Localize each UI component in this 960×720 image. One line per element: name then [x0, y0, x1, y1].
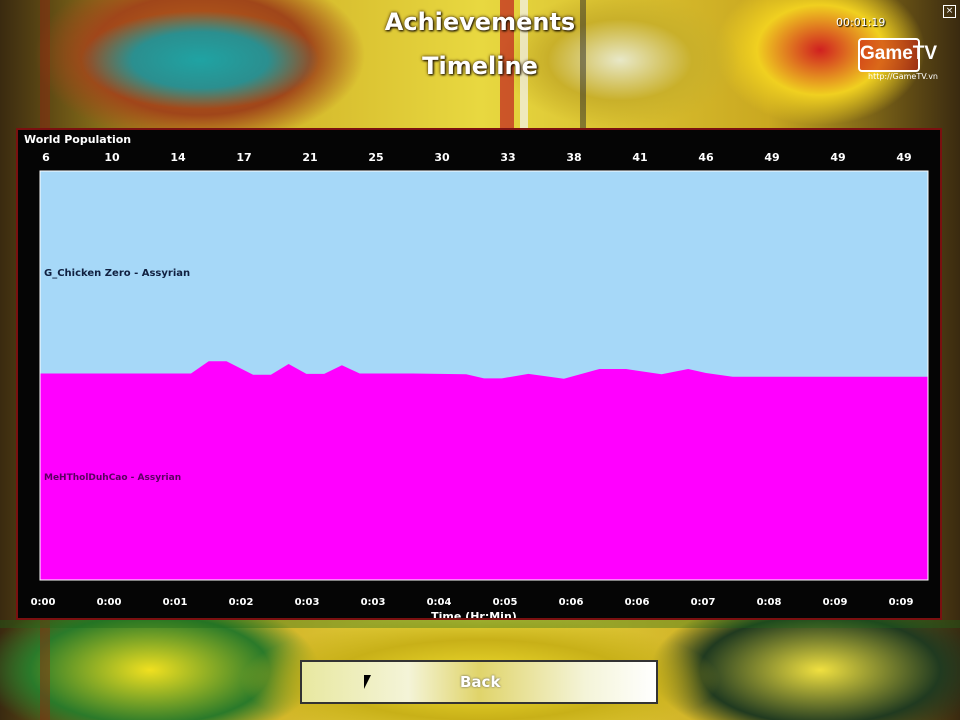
x-tick-label: 0:08 [757, 597, 782, 608]
page-title: Achievements [384, 8, 576, 36]
top-tick-label: 46 [698, 151, 714, 164]
top-tick-label: 30 [434, 151, 450, 164]
x-tick-label: 0:07 [691, 597, 716, 608]
x-axis-label: Time (Hr:Min) [431, 610, 517, 618]
series-area-bottom [40, 361, 928, 580]
x-tick-label: 0:04 [427, 597, 452, 608]
mouse-cursor-icon [364, 675, 371, 689]
bottom-button-bar: Back [300, 660, 658, 704]
x-tick-label: 0:09 [889, 597, 914, 608]
top-tick-label: 41 [632, 151, 647, 164]
top-tick-label: 49 [896, 151, 911, 164]
top-tick-label: 38 [566, 151, 581, 164]
x-tick-label: 0:03 [295, 597, 320, 608]
x-tick-label: 0:09 [823, 597, 848, 608]
x-tick-label: 0:06 [625, 597, 650, 608]
x-tick-label: 0:06 [559, 597, 584, 608]
page-subtitle: Timeline [422, 52, 538, 80]
x-tick-label: 0:01 [163, 597, 188, 608]
population-chart: 6 10 14 17 21 25 30 33 38 41 46 49 49 49 0:00 0:00 0:01 0… [31, 151, 929, 618]
close-icon[interactable]: × [943, 5, 956, 18]
x-tick-label: 0:00 [97, 597, 122, 608]
x-tick-label: 0:03 [361, 597, 386, 608]
top-tick-label: 6 [42, 151, 50, 164]
series-label-top: G_Chicken Zero - Assyrian [44, 268, 190, 279]
gametv-logo-url: http://GameTV.vn [868, 72, 938, 81]
x-tick-label: 0:02 [229, 597, 254, 608]
top-tick-label: 25 [368, 151, 383, 164]
series-label-bottom: MeHTholDuhCao - Assyrian [44, 473, 181, 483]
game-clock: 00:01:19 [836, 16, 886, 29]
top-tick-label: 49 [764, 151, 779, 164]
top-tick-label: 17 [236, 151, 251, 164]
x-tick-label: 0:05 [493, 597, 518, 608]
top-tick-label: 10 [104, 151, 120, 164]
gametv-logo: GameTV [858, 38, 937, 72]
top-tick-label: 33 [500, 151, 515, 164]
top-tick-label: 21 [302, 151, 317, 164]
x-tick-label: 0:00 [31, 597, 56, 608]
top-tick-label: 14 [170, 151, 186, 164]
back-button[interactable]: Back [460, 668, 600, 696]
top-tick-label: 49 [830, 151, 845, 164]
timeline-panel: World Population 6 10 14 17 21 25 30 33 38 41 46 49… [16, 128, 942, 620]
